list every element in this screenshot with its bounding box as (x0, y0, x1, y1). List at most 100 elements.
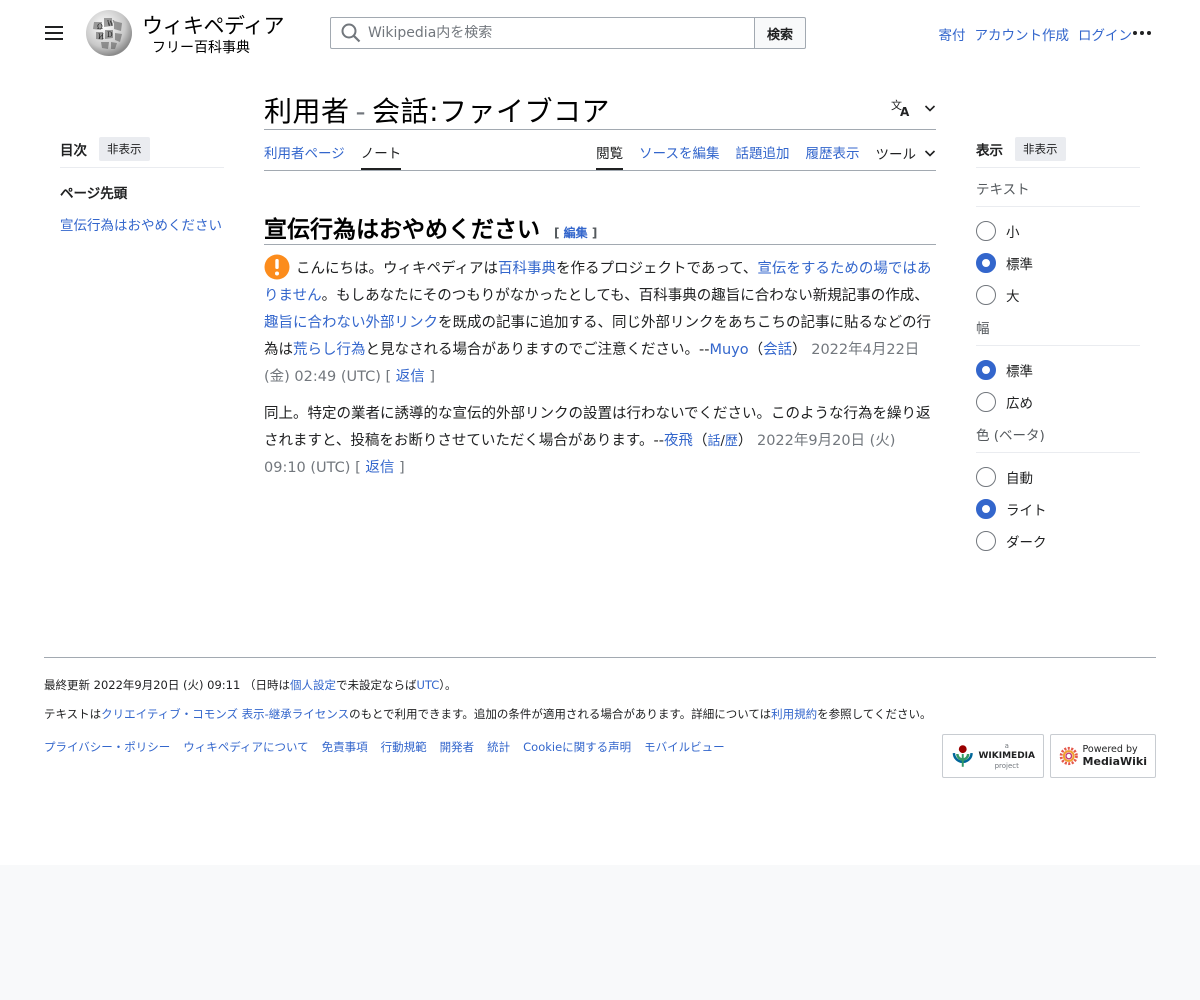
user-talk-link-muyo[interactable]: 会話 (763, 342, 792, 358)
link-vandalism[interactable]: 荒らし行為 (293, 342, 366, 358)
appearance-title: 表示 (976, 142, 1003, 159)
language-button[interactable]: 文 A (890, 98, 936, 118)
section-heading-text: 宣伝行為はおやめください (264, 217, 540, 243)
radio-icon[interactable] (976, 467, 996, 487)
svg-text:D: D (107, 31, 113, 39)
width-standard[interactable]: 標準 (976, 354, 1140, 386)
tab-add-topic[interactable]: 話題追加 (736, 142, 790, 170)
more-options-icon[interactable] (1128, 22, 1156, 44)
color-dark[interactable]: ダーク (976, 525, 1140, 557)
svg-text:W: W (107, 20, 115, 28)
radio-icon[interactable] (976, 392, 996, 412)
title-divider (264, 129, 936, 130)
chevron-down-icon (924, 105, 936, 112)
footer-link-privacy[interactable]: プライバシー・ポリシー (44, 739, 170, 755)
text-size-standard[interactable]: 標準 (976, 247, 1140, 279)
svg-text:A: A (900, 105, 910, 118)
footer-link-cookie[interactable]: Cookieに関する声明 (523, 739, 631, 755)
link-external-links[interactable]: 趣旨に合わない外部リンク (264, 315, 438, 331)
search-icon (341, 23, 361, 43)
footer-link-code-of-conduct[interactable]: 行動規範 (381, 739, 427, 755)
link-encyclopedia[interactable]: 百科事典 (498, 261, 556, 277)
svg-text:Ω: Ω (97, 23, 103, 31)
donate-link[interactable]: 寄付 (939, 24, 966, 44)
toc-title: 目次 (60, 142, 87, 159)
user-contribs-link-yahi[interactable]: 歴 (725, 434, 738, 449)
radio-checked-icon[interactable] (976, 499, 996, 519)
login-link[interactable]: ログイン (1078, 24, 1132, 44)
toc-item-top[interactable]: ページ先頭 (60, 182, 224, 202)
tab-history[interactable]: 履歴表示 (806, 142, 860, 170)
footer-link-mobile[interactable]: モバイルビュー (644, 739, 725, 755)
radio-icon[interactable] (976, 531, 996, 551)
page-title: 利用者 - 会話:ファイブコア (264, 90, 610, 130)
section-edit-link[interactable]: 編集 (564, 226, 588, 240)
footer-link-disclaimer[interactable]: 免責事項 (322, 739, 368, 755)
search-button[interactable]: 検索 (754, 17, 806, 49)
page: Ω W И D ウィキペディア フリー百科事典 検索 寄付 アカウント作成 ログ… (0, 0, 1200, 865)
page-bottom-area (0, 865, 1200, 1000)
toc-hide-button[interactable]: 非表示 (99, 136, 150, 161)
radio-icon[interactable] (976, 285, 996, 305)
mediawiki-badge[interactable]: Powered by MediaWiki (1050, 734, 1156, 778)
search-box (330, 17, 755, 49)
tools-label: ツール (875, 147, 917, 163)
tab-user-page[interactable]: 利用者ページ (264, 142, 345, 170)
footer-link-statistics[interactable]: 統計 (487, 739, 510, 755)
reply-button-2[interactable]: 返信 (365, 460, 394, 476)
view-tabs: 閲覧 ソースを編集 話題追加 履歴表示 ツール (596, 142, 936, 170)
warning-icon (264, 254, 290, 280)
radio-checked-icon[interactable] (976, 253, 996, 273)
main-menu-button[interactable] (36, 15, 72, 51)
site-wordmark[interactable]: ウィキペディア (142, 10, 285, 40)
title-separator: - (355, 95, 367, 128)
chevron-down-icon (924, 150, 936, 157)
appearance-hide-button[interactable]: 非表示 (1015, 136, 1066, 161)
title-namespace: 利用者 (264, 95, 350, 128)
footer-last-modified: 最終更新 2022年9月20日 (火) 09:11 （日時は個人設定で未設定なら… (44, 678, 457, 692)
radio-checked-icon[interactable] (976, 360, 996, 380)
text-size-label: テキスト (976, 178, 1140, 207)
wikimedia-logo-icon (952, 745, 973, 767)
text-size-small[interactable]: 小 (976, 215, 1140, 247)
radio-icon[interactable] (976, 221, 996, 241)
user-link-yahi[interactable]: 夜飛 (664, 433, 693, 449)
link-terms[interactable]: 利用規約 (771, 707, 817, 721)
color-light[interactable]: ライト (976, 493, 1140, 525)
user-links: 寄付 アカウント作成 ログイン (939, 24, 1133, 44)
wikimedia-badge[interactable]: a WIKIMEDIA project (942, 734, 1044, 778)
footer-links: プライバシー・ポリシー ウィキペディアについて 免責事項 行動規範 開発者 統計… (44, 739, 725, 755)
link-license[interactable]: クリエイティブ・コモンズ 表示-継承ライセンス (101, 707, 349, 721)
title-name: 会話:ファイブコア (372, 95, 611, 128)
tab-read[interactable]: 閲覧 (596, 142, 624, 170)
link-preferences[interactable]: 個人設定 (290, 678, 336, 692)
translate-icon: 文 A (891, 98, 910, 118)
appearance-panel: 表示 非表示 テキスト 小 標準 大 幅 標準 広め 色 (ベータ) 自動 ライ… (976, 136, 1140, 557)
toc-item-section[interactable]: 宣伝行為はおやめください (60, 216, 224, 236)
search-input[interactable] (368, 25, 738, 41)
link-utc[interactable]: UTC (416, 678, 439, 692)
section-divider (264, 244, 936, 245)
section-heading: 宣伝行為はおやめください [ 編集 ] (264, 210, 597, 244)
text-size-large[interactable]: 大 (976, 279, 1140, 311)
user-link-muyo[interactable]: Muyo (709, 342, 748, 358)
tab-talk[interactable]: ノート (360, 142, 402, 170)
mediawiki-logo-icon (1059, 746, 1078, 766)
svg-text:И: И (98, 33, 104, 41)
footer-license: テキストはクリエイティブ・コモンズ 表示-継承ライセンスのもとで利用できます。追… (44, 707, 932, 721)
namespace-tabs: 利用者ページ ノート (264, 142, 402, 170)
color-label: 色 (ベータ) (976, 424, 1140, 453)
comment-2: 同上。特定の業者に誘導的な宣伝的外部リンクの設置は行わないでください。このような… (264, 406, 931, 476)
footer-link-about[interactable]: ウィキペディアについて (183, 739, 308, 755)
create-account-link[interactable]: アカウント作成 (975, 24, 1070, 44)
footer-divider (44, 657, 1156, 658)
color-auto[interactable]: 自動 (976, 461, 1140, 493)
user-talk-link-yahi[interactable]: 話 (707, 434, 720, 449)
reply-button-1[interactable]: 返信 (396, 369, 425, 385)
tab-edit-source[interactable]: ソースを編集 (639, 142, 719, 170)
tab-tools[interactable]: ツール (876, 142, 937, 170)
footer-link-developers[interactable]: 開発者 (440, 739, 475, 755)
width-wide[interactable]: 広め (976, 386, 1140, 418)
wikipedia-logo[interactable]: Ω W И D (84, 8, 134, 58)
site-tagline: フリー百科事典 (152, 40, 250, 56)
